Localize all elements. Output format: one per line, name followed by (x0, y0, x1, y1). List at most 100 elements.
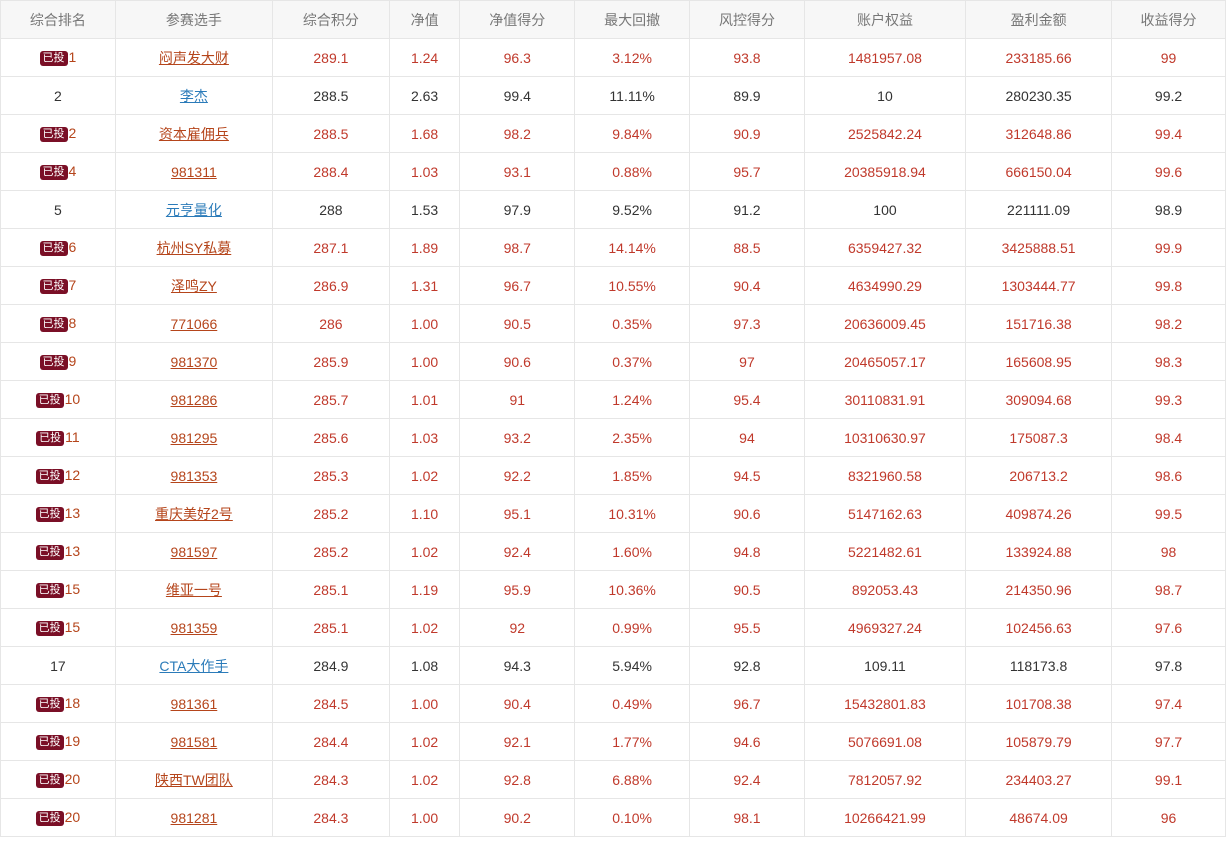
player-link[interactable]: 杭州SY私募 (157, 240, 232, 256)
nav-score-cell: 90.2 (459, 798, 576, 837)
return-score-cell: 99.3 (1111, 380, 1226, 419)
total-score-cell: 285.1 (271, 608, 390, 647)
header-return-score[interactable]: 收益得分 (1111, 0, 1226, 39)
return-score-cell: 98.9 (1111, 190, 1226, 229)
player-link[interactable]: 资本雇佣兵 (159, 126, 229, 142)
rank-number: 17 (50, 657, 66, 674)
profit-cell: 151716.38 (965, 304, 1113, 343)
player-link[interactable]: 771066 (171, 316, 218, 332)
profit-cell: 133924.88 (965, 532, 1113, 571)
return-score-cell: 98.3 (1111, 342, 1226, 381)
invested-badge: 已投 (35, 773, 64, 788)
invested-badge: 已投 (35, 583, 64, 598)
player-link[interactable]: 981370 (171, 354, 218, 370)
player-link[interactable]: 981597 (171, 544, 218, 560)
total-score-cell: 286 (271, 304, 390, 343)
profit-cell: 206713.2 (965, 456, 1113, 495)
total-score-cell: 288.5 (271, 76, 390, 115)
max-drawdown-cell: 1.85% (574, 456, 691, 495)
return-score-cell: 99.4 (1111, 114, 1226, 153)
risk-score-cell: 94.5 (689, 456, 805, 495)
total-score-cell: 286.9 (271, 266, 390, 305)
profit-cell: 165608.95 (965, 342, 1113, 381)
nav-cell: 1.31 (388, 266, 461, 305)
player-link[interactable]: CTA大作手 (159, 658, 228, 674)
nav-cell: 1.24 (388, 38, 461, 77)
player-link[interactable]: 重庆美好2号 (155, 506, 233, 522)
player-cell: 元亨量化 (114, 190, 273, 229)
invested-badge: 已投 (39, 51, 68, 66)
risk-score-cell: 94.6 (689, 722, 805, 761)
equity-cell: 20465057.17 (803, 342, 967, 381)
ranking-table: 综合排名 参赛选手 综合积分 净值 净值得分 最大回撤 风控得分 账户权益 盈利… (0, 0, 1226, 837)
header-nav-score[interactable]: 净值得分 (459, 0, 576, 39)
return-score-cell: 98.6 (1111, 456, 1226, 495)
player-link[interactable]: 981311 (171, 164, 217, 180)
player-link[interactable]: 元亨量化 (166, 202, 222, 218)
return-score-cell: 99 (1111, 38, 1226, 77)
nav-cell: 1.08 (388, 646, 461, 685)
rank-number: 1 (68, 49, 77, 65)
total-score-cell: 288.4 (271, 152, 390, 191)
player-link[interactable]: 981361 (171, 696, 218, 712)
player-link[interactable]: 李杰 (180, 88, 208, 104)
nav-cell: 1.03 (388, 152, 461, 191)
player-link[interactable]: 泽鸣ZY (171, 278, 217, 294)
header-total-score[interactable]: 综合积分 (271, 0, 390, 39)
total-score-cell: 285.9 (271, 342, 390, 381)
player-link[interactable]: 981581 (171, 734, 218, 750)
header-profit[interactable]: 盈利金额 (965, 0, 1113, 39)
profit-cell: 1303444.77 (965, 266, 1113, 305)
player-link[interactable]: 981359 (171, 620, 218, 636)
max-drawdown-cell: 1.77% (574, 722, 691, 761)
nav-score-cell: 98.2 (459, 114, 576, 153)
risk-score-cell: 93.8 (689, 38, 805, 77)
header-rank[interactable]: 综合排名 (0, 0, 116, 39)
header-player[interactable]: 参赛选手 (114, 0, 273, 39)
return-score-cell: 97.7 (1111, 722, 1226, 761)
nav-score-cell: 92.4 (459, 532, 576, 571)
player-link[interactable]: 981353 (171, 468, 218, 484)
nav-score-cell: 93.2 (459, 418, 576, 457)
risk-score-cell: 94 (689, 418, 805, 457)
nav-score-cell: 99.4 (459, 76, 576, 115)
table-row: 已投 13 981597 285.2 1.02 92.4 1.60% 94.8 5221482.… (0, 532, 1226, 571)
rank-cell: 已投 18 (0, 684, 116, 723)
max-drawdown-cell: 1.24% (574, 380, 691, 419)
rank-cell: 已投 13 (0, 494, 116, 533)
player-link[interactable]: 981281 (171, 810, 218, 826)
total-score-cell: 284.4 (271, 722, 390, 761)
equity-cell: 7812057.92 (803, 760, 967, 799)
table-row: 已投 19 981581 284.4 1.02 92.1 1.77% 94.6 5076691.… (0, 722, 1226, 761)
max-drawdown-cell: 0.99% (574, 608, 691, 647)
profit-cell: 312648.86 (965, 114, 1113, 153)
equity-cell: 15432801.83 (803, 684, 967, 723)
rank-cell: 已投 2 (0, 114, 116, 153)
nav-cell: 2.63 (388, 76, 461, 115)
table-row: 已投 15 981359 285.1 1.02 92 0.99% 95.5 4969327.24… (0, 608, 1226, 647)
nav-cell: 1.02 (388, 532, 461, 571)
header-equity[interactable]: 账户权益 (803, 0, 967, 39)
player-link[interactable]: 闷声发大财 (159, 50, 229, 66)
equity-cell: 109.11 (803, 646, 967, 685)
table-row: 已投 18 981361 284.5 1.00 90.4 0.49% 96.7 15432801… (0, 684, 1226, 723)
player-link[interactable]: 陕西TW团队 (155, 772, 233, 788)
return-score-cell: 96 (1111, 798, 1226, 837)
player-cell: 981581 (114, 722, 273, 761)
player-link[interactable]: 维亚一号 (166, 582, 222, 598)
header-risk-score[interactable]: 风控得分 (689, 0, 805, 39)
equity-cell: 10310630.97 (803, 418, 967, 457)
header-nav[interactable]: 净值 (388, 0, 461, 39)
nav-score-cell: 97.9 (459, 190, 576, 229)
nav-score-cell: 92.1 (459, 722, 576, 761)
nav-score-cell: 93.1 (459, 152, 576, 191)
equity-cell: 10266421.99 (803, 798, 967, 837)
risk-score-cell: 95.5 (689, 608, 805, 647)
player-link[interactable]: 981295 (171, 430, 218, 446)
equity-cell: 2525842.24 (803, 114, 967, 153)
rank-cell: 已投 10 (0, 380, 116, 419)
max-drawdown-cell: 0.10% (574, 798, 691, 837)
player-link[interactable]: 981286 (171, 392, 218, 408)
equity-cell: 4969327.24 (803, 608, 967, 647)
header-max-drawdown[interactable]: 最大回撤 (574, 0, 691, 39)
